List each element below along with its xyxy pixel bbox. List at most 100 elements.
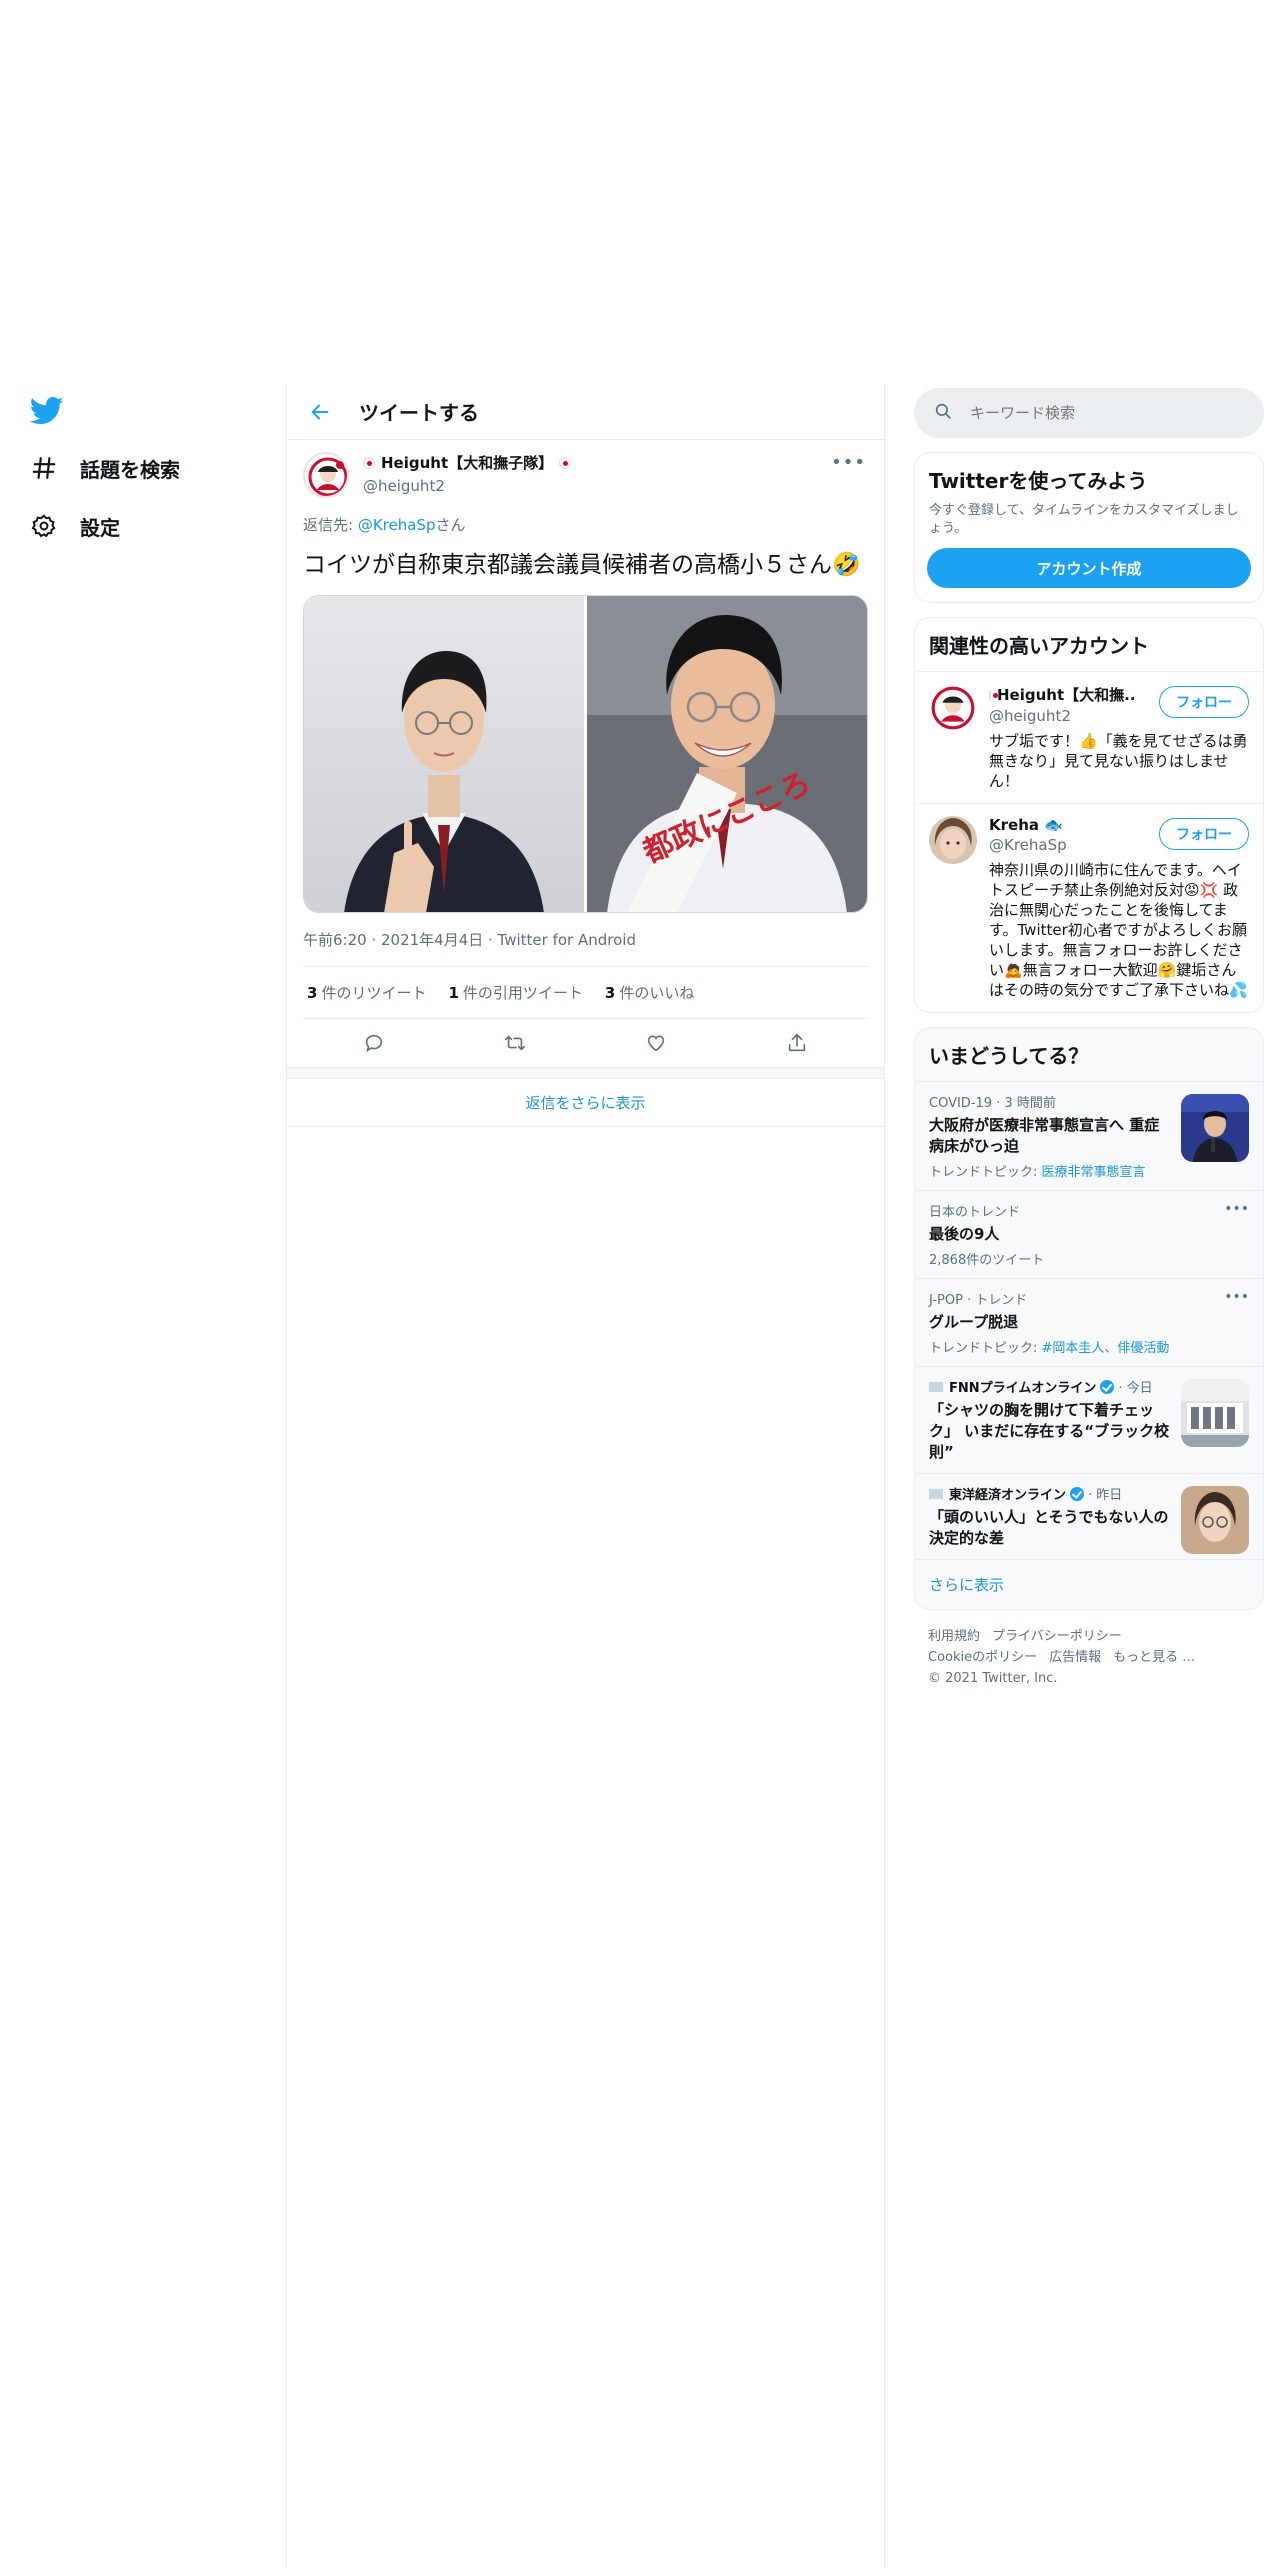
show-more-replies-link[interactable]: 返信をさらに表示 <box>287 1079 884 1127</box>
footer: 利用規約 プライバシーポリシー Cookieのポリシー 広告情報 もっと見る … © … <box>914 1610 1264 1705</box>
hashtag-icon <box>30 454 58 482</box>
main-column: ツイートする Heiguht【大和撫子隊】 @heiguht2 ••• 返信先:… <box>286 384 885 2568</box>
tweet: Heiguht【大和撫子隊】 @heiguht2 ••• 返信先: @Kreha… <box>287 440 884 1067</box>
tweet-timestamp[interactable]: 午前6:20 · 2021年4月4日 · Twitter for Android <box>303 913 868 967</box>
related-accounts-card: 関連性の高いアカウント Heiguht【大和撫... @heiguht2 サブ垢… <box>914 617 1264 1013</box>
avatar[interactable] <box>303 452 349 498</box>
related-account-bio: サブ垢です！👍「義を見てせざるは勇無きなり」見て見ない振りはしません！ <box>989 732 1248 790</box>
footer-link[interactable]: 広告情報 <box>1049 1650 1101 1665</box>
create-account-button[interactable]: アカウント作成 <box>927 548 1251 588</box>
retweet-count: 3 <box>307 984 318 1002</box>
like-count: 3 <box>604 984 616 1002</box>
show-more-trends-link[interactable]: さらに表示 <box>915 1559 1263 1609</box>
like-label: 件のいいね <box>619 984 695 1002</box>
footer-link[interactable]: 利用規約 <box>928 1629 980 1644</box>
trends-title: いまどうしてる？ <box>929 1044 1089 1068</box>
news-title: 「頭のいい人」とそうでもない人の決定的な差 <box>929 1508 1169 1547</box>
tweet-author-name[interactable]: Heiguht【大和撫子隊】 <box>363 452 577 473</box>
trend-subtitle: 2,868件のツイート <box>929 1253 1045 1268</box>
footer-link[interactable]: もっと見る … <box>1113 1650 1195 1665</box>
page-header: ツイートする <box>287 384 884 440</box>
follow-button[interactable]: フォロー <box>1159 818 1249 850</box>
related-account-name: Kreha 🐟 <box>989 816 1063 834</box>
tweet-text: コイツが自称東京都議会議員候補者の高橋小５さん🤣 <box>303 552 861 578</box>
trend-sub-prefix: トレンドトピック: <box>929 1341 1042 1356</box>
trend-topic-link[interactable]: 医療非常事態宣言 <box>1042 1165 1146 1180</box>
trend-title: 大阪府が医療非常事態宣言へ 重症病床がひっ迫 <box>929 1116 1160 1155</box>
news-source: FNNプライムオンライン <box>949 1381 1097 1396</box>
related-name-text: Heiguht【大和撫... <box>997 686 1137 704</box>
tweet-author-handle[interactable]: @heiguht2 <box>363 477 577 495</box>
trend-item[interactable]: 日本のトレンド 最後の9人 2,868件のツイート ••• <box>915 1190 1263 1278</box>
tweet-photo-1[interactable] <box>304 596 584 912</box>
related-account-name: Heiguht【大和撫... <box>989 684 1137 705</box>
search-icon <box>934 402 952 424</box>
reply-handle-link[interactable]: @KrehaSp <box>358 516 436 534</box>
avatar[interactable] <box>929 816 977 864</box>
more-options-icon[interactable]: ••• <box>1224 1201 1249 1217</box>
search-bar[interactable] <box>914 388 1264 438</box>
tweet-stats: 3 件のリツイート 1 件の引用ツイート 3 件のいいね <box>303 967 868 1019</box>
retweet-label: 件のリツイート <box>321 984 427 1002</box>
gear-icon <box>30 512 58 540</box>
divider <box>287 1067 884 1079</box>
news-source: 東洋経済オンライン <box>949 1488 1067 1503</box>
trend-sub-prefix: トレンドトピック: <box>929 1165 1042 1180</box>
reply-icon[interactable] <box>357 1026 391 1060</box>
news-thumbnail <box>1181 1379 1249 1447</box>
retweet-stat[interactable]: 3 件のリツイート <box>307 982 426 1003</box>
nav-explore-label: 話題を検索 <box>80 457 180 482</box>
trend-item[interactable]: COVID-19 · 3 時間前 大阪府が医療非常事態宣言へ 重症病床がひっ迫 … <box>915 1081 1263 1190</box>
footer-link[interactable]: Cookieのポリシー <box>928 1650 1037 1665</box>
news-time: · 今日 <box>1118 1381 1153 1396</box>
related-account[interactable]: Kreha 🐟 @KrehaSp 神奈川県の川崎市に住んでます。ヘイトスピーチ禁… <box>915 803 1263 1012</box>
like-stat[interactable]: 3 件のいいね <box>605 982 694 1003</box>
like-icon[interactable] <box>639 1026 673 1060</box>
reply-to: 返信先: @KrehaSpさん <box>303 514 868 535</box>
twitter-bird-icon[interactable] <box>29 396 64 426</box>
retweet-icon[interactable] <box>498 1026 532 1060</box>
trend-thumbnail <box>1181 1094 1249 1162</box>
trend-topic-link[interactable]: #岡本圭人、俳優活動 <box>1042 1341 1170 1356</box>
trends-card: いまどうしてる？ COVID-19 · 3 時間前 大阪府が医療非常事態宣言へ … <box>914 1027 1264 1610</box>
tweet-photo-2[interactable]: 都政にこころ <box>584 596 867 912</box>
news-time: · 昨日 <box>1088 1488 1123 1503</box>
related-account-bio: 神奈川県の川崎市に住んでます。ヘイトスピーチ禁止条例絶対反対😡💢 政治に無関心だ… <box>989 861 1248 999</box>
news-item[interactable]: 東洋経済オンライン · 昨日 「頭のいい人」とそうでもない人の決定的な差 <box>915 1473 1263 1559</box>
more-options-icon[interactable]: ••• <box>831 452 866 473</box>
trend-meta: COVID-19 · 3 時間前 <box>929 1096 1056 1111</box>
page-title: ツイートする <box>359 401 479 425</box>
nav-explore[interactable]: 話題を検索 <box>30 448 180 488</box>
japan-flag-icon <box>989 688 998 701</box>
trend-title: グループ脱退 <box>929 1313 1019 1331</box>
signup-card: Twitterを使ってみよう 今すぐ登録して、タイムラインをカスタマイズしましょ… <box>914 452 1264 603</box>
reply-prefix: 返信先: <box>303 516 358 534</box>
quote-count: 1 <box>448 984 459 1002</box>
trend-subtitle: トレンドトピック: 医療非常事態宣言 <box>929 1161 1171 1180</box>
nav-settings[interactable]: 設定 <box>30 506 120 546</box>
related-account[interactable]: Heiguht【大和撫... @heiguht2 サブ垢です！👍「義を見てせざる… <box>915 671 1263 803</box>
trend-item[interactable]: J-POP · トレンド グループ脱退 トレンドトピック: #岡本圭人、俳優活動… <box>915 1278 1263 1366</box>
page: 話題を検索 設定 ツイートする Heiguht【大和撫子隊】 @heiguht2… <box>0 0 1284 2568</box>
avatar[interactable] <box>929 684 977 732</box>
japan-flag-icon <box>363 456 375 469</box>
news-item[interactable]: FNNプライムオンライン · 今日 「シャツの胸を開けて下着チェック」 いまだに… <box>915 1366 1263 1473</box>
tweet-media[interactable]: 都政にこころ <box>303 595 868 913</box>
quote-stat[interactable]: 1 件の引用ツイート <box>448 982 582 1003</box>
search-input[interactable] <box>970 404 1230 422</box>
follow-button[interactable]: フォロー <box>1159 686 1249 718</box>
arrow-left-icon[interactable] <box>305 397 335 427</box>
trend-meta: J-POP · トレンド <box>929 1293 1028 1308</box>
news-source-logo <box>929 1381 943 1392</box>
signup-description: 今すぐ登録して、タイムラインをカスタマイズしましょう。 <box>929 503 1239 536</box>
news-meta: 東洋経済オンライン · 昨日 <box>929 1484 1171 1503</box>
more-options-icon[interactable]: ••• <box>1224 1289 1249 1305</box>
news-thumbnail <box>1181 1486 1249 1554</box>
share-icon[interactable] <box>780 1026 814 1060</box>
footer-link[interactable]: プライバシーポリシー <box>992 1629 1122 1644</box>
verified-icon <box>1070 1486 1085 1501</box>
copyright: © 2021 Twitter, Inc. <box>928 1671 1058 1686</box>
signup-title: Twitterを使ってみよう <box>929 469 1148 493</box>
trend-subtitle: トレンドトピック: #岡本圭人、俳優活動 <box>929 1337 1249 1356</box>
tweet-actions <box>303 1019 868 1067</box>
